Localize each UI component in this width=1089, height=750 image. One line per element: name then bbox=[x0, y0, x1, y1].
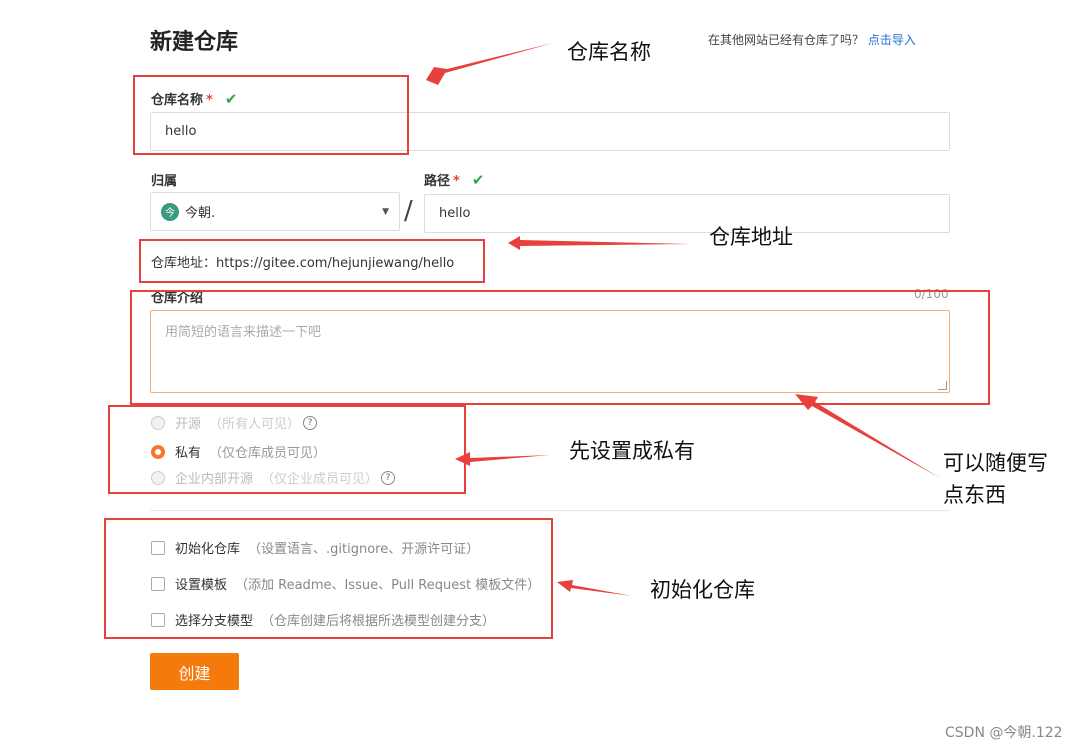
watermark: CSDN @今朝.122 bbox=[945, 725, 1063, 741]
arrow-visibility bbox=[455, 452, 550, 466]
annotation-set-private: 先设置成私有 bbox=[569, 439, 695, 463]
arrow-intro bbox=[795, 394, 940, 478]
annotation-repo-name: 仓库名称 bbox=[567, 40, 651, 64]
arrow-repo-name bbox=[426, 43, 553, 85]
annotation-arrows bbox=[426, 43, 940, 596]
annotation-free-text-1: 可以随便写 bbox=[943, 451, 1048, 475]
arrow-address bbox=[508, 236, 690, 250]
annotation-free-text-2: 点东西 bbox=[943, 483, 1006, 507]
annotation-init-repo: 初始化仓库 bbox=[650, 578, 755, 602]
arrow-init bbox=[557, 580, 632, 596]
annotation-repo-address: 仓库地址 bbox=[709, 225, 793, 249]
